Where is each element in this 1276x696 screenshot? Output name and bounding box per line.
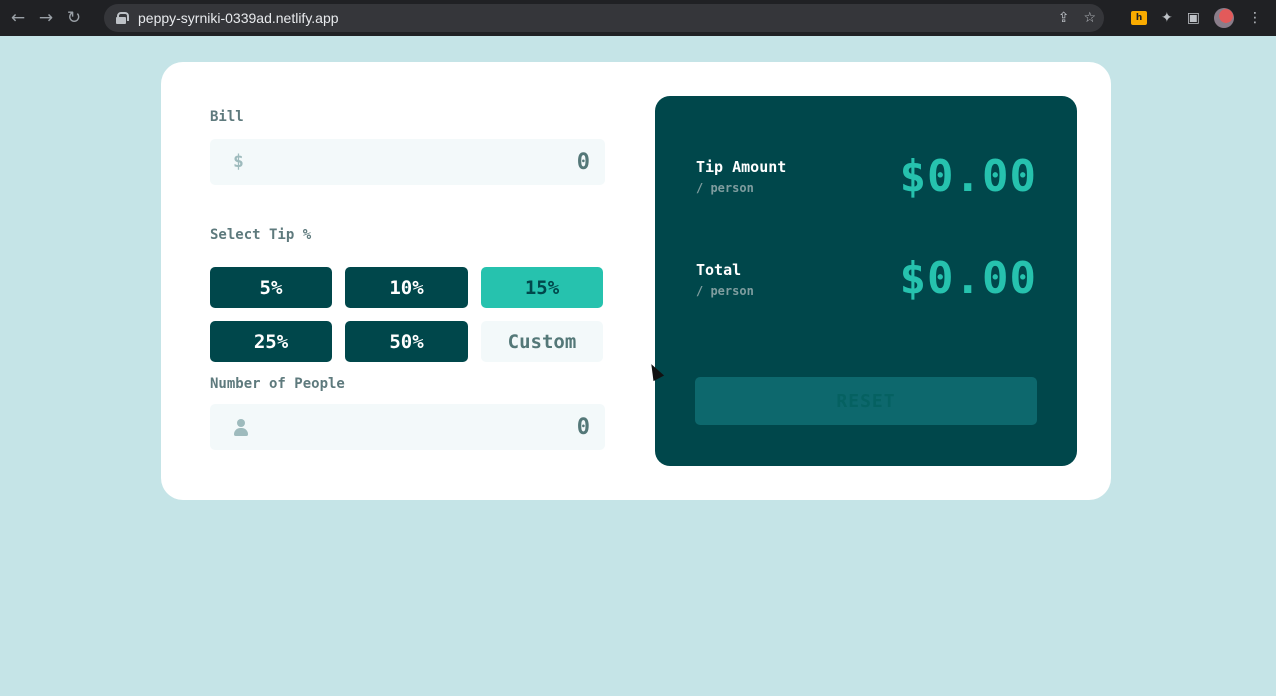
people-label: Number of People xyxy=(210,376,345,392)
bookmark-star-icon[interactable]: ☆ xyxy=(1083,10,1096,26)
back-icon[interactable]: ← xyxy=(4,4,32,32)
total-value: $0.00 xyxy=(899,253,1037,304)
tip-5-button[interactable]: 5% xyxy=(210,267,332,308)
forward-icon[interactable]: → xyxy=(32,4,60,32)
puzzle-icon[interactable]: ✦ xyxy=(1161,10,1173,26)
reload-icon[interactable]: ↻ xyxy=(60,4,88,32)
tip-amount-label: Tip Amount xyxy=(696,158,787,176)
person-icon xyxy=(234,419,248,436)
tip-amount-value: $0.00 xyxy=(899,151,1037,202)
results-panel: Tip Amount / person $0.00 Total / person… xyxy=(655,96,1077,466)
select-tip-label: Select Tip % xyxy=(210,227,312,243)
lock-icon[interactable] xyxy=(116,12,129,24)
custom-tip-input[interactable]: Custom xyxy=(481,321,603,362)
tip-25-button[interactable]: 25% xyxy=(210,321,332,362)
profile-avatar[interactable] xyxy=(1214,8,1234,28)
tip-options: 5% 10% 15% 25% 50% Custom xyxy=(210,267,604,362)
people-input[interactable] xyxy=(260,404,590,450)
tip-amount-per-person: / person xyxy=(696,181,754,195)
browser-toolbar: ← → ↻ peppy-syrniki-0339ad.netlify.app ⇪… xyxy=(0,0,1276,36)
url-text[interactable]: peppy-syrniki-0339ad.netlify.app xyxy=(138,10,339,26)
share-icon[interactable]: ⇪ xyxy=(1058,10,1070,26)
tip-15-button[interactable]: 15% xyxy=(481,267,603,308)
tip-10-button[interactable]: 10% xyxy=(345,267,468,308)
extension-icon[interactable]: h xyxy=(1131,11,1148,25)
address-bar[interactable]: peppy-syrniki-0339ad.netlify.app ⇪ ☆ xyxy=(104,4,1104,32)
bill-input[interactable] xyxy=(260,139,590,185)
tip-50-button[interactable]: 50% xyxy=(345,321,468,362)
calculator-card: Bill $ Select Tip % 5% 10% 15% 25% 50% C… xyxy=(161,62,1111,500)
people-field[interactable] xyxy=(210,404,605,450)
bill-label: Bill xyxy=(210,109,244,125)
menu-dots-icon[interactable]: ⋮ xyxy=(1248,10,1262,26)
dollar-icon: $ xyxy=(233,151,244,172)
side-panel-icon[interactable]: ▣ xyxy=(1187,10,1200,26)
total-label: Total xyxy=(696,261,742,279)
reset-button[interactable]: RESET xyxy=(695,377,1037,425)
bill-field[interactable]: $ xyxy=(210,139,605,185)
total-per-person: / person xyxy=(696,284,754,298)
